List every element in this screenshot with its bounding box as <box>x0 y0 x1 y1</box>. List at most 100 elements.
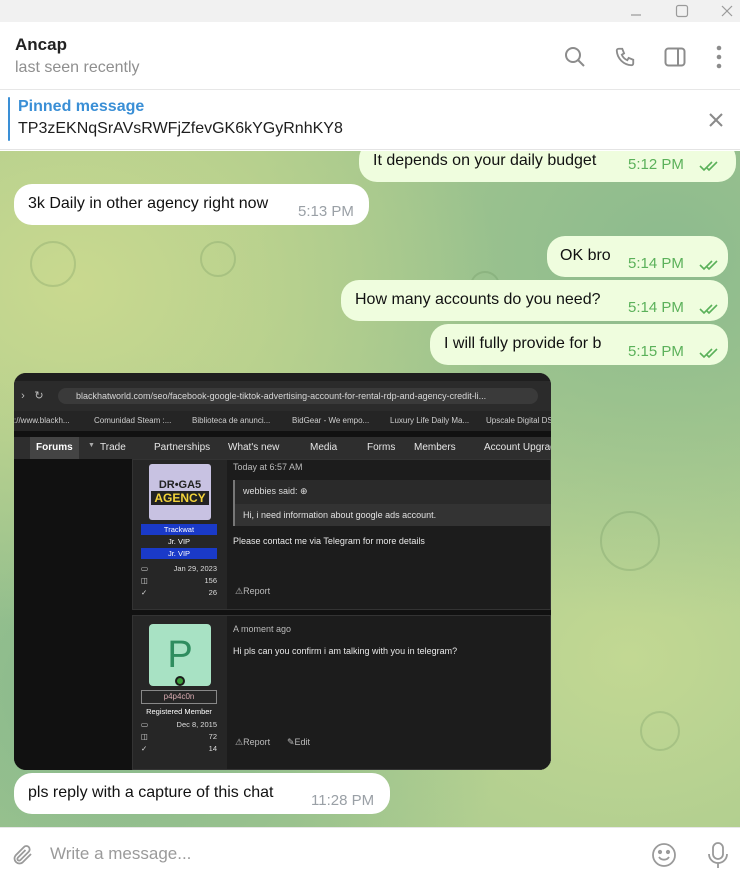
post-time: A moment ago <box>233 624 292 634</box>
forum-nav-item: Account Upgrad <box>484 442 551 453</box>
bookmark-item: Luxury Life Daily Ma... <box>390 416 470 425</box>
pinned-text: TP3zEKNqSrAVsRWFjZfevGK6kYGyRnhKY8 <box>18 120 343 137</box>
message-incoming[interactable]: pls reply with a capture of this chat 11… <box>14 773 390 814</box>
doodle-pattern <box>640 711 680 751</box>
pinned-message-bar[interactable]: Pinned message TP3zEKNqSrAVsRWFjZfevGK6k… <box>0 90 740 150</box>
browser-tab-strip <box>14 373 551 381</box>
quote-body: Hi, i need information about google ads … <box>235 504 551 526</box>
search-icon[interactable] <box>560 42 590 72</box>
bookmark-item: Comunidad Steam :... <box>94 416 172 425</box>
doodle-pattern <box>30 241 76 287</box>
forward-arrow-icon: › <box>21 390 25 402</box>
messages-icon: ◫ <box>141 576 149 585</box>
forum-post: P p4p4c0n Registered Member ▭ Dec 8, 2015… <box>132 615 551 770</box>
post-quote: webbies said: ⊕ Hi, i need information a… <box>233 480 551 526</box>
message-text: How many accounts do you need? <box>355 291 601 308</box>
message-text: pls reply with a capture of this chat <box>28 784 274 801</box>
minimize-icon[interactable] <box>616 0 656 22</box>
bookmark-item: Biblioteca de anunci... <box>192 416 271 425</box>
message-incoming[interactable]: 3k Daily in other agency right now 5:13 … <box>14 184 369 225</box>
window-titlebar <box>0 0 740 22</box>
user-rank: Registered Member <box>146 707 212 716</box>
chat-header[interactable]: Ancap last seen recently <box>0 22 740 90</box>
contact-name[interactable]: Ancap <box>15 35 67 55</box>
message-text: 3k Daily in other agency right now <box>28 195 269 212</box>
chevron-down-icon: ▼ <box>88 442 95 449</box>
message-outgoing[interactable]: How many accounts do you need? 5:14 PM <box>341 280 728 321</box>
message-time: 11:28 PM <box>311 792 375 809</box>
forum-nav-item: What's new <box>228 442 280 453</box>
message-composer <box>0 827 740 880</box>
doodle-pattern <box>200 241 236 277</box>
emoji-icon[interactable] <box>649 840 679 870</box>
message-input[interactable] <box>50 838 630 870</box>
read-double-check-icon <box>699 159 721 177</box>
report-link: ⚠Report <box>235 586 271 596</box>
post-content: A moment ago Hi pls can you confirm i am… <box>233 616 551 769</box>
post-content: Today at 6:57 AM webbies said: ⊕ Hi, i n… <box>233 460 551 609</box>
message-time: 5:14 PM <box>628 299 684 316</box>
message-text: It depends on your daily budget <box>373 152 597 169</box>
close-icon[interactable] <box>707 0 740 22</box>
read-double-check-icon <box>699 302 721 320</box>
forum-nav-item: Trade <box>100 442 126 453</box>
message-time: 5:12 PM <box>628 156 684 173</box>
microphone-icon[interactable] <box>703 840 733 870</box>
bookmark-item: ://www.blackh... <box>14 416 70 425</box>
thumbs-up-icon: ✓ <box>141 744 148 753</box>
paperclip-icon[interactable] <box>8 840 38 870</box>
forum-thread: DR•GA5 AGENCY Trackwat Jr. VIP Jr. VIP ▭… <box>14 459 551 770</box>
browser-toolbar: › ↻ blackhatworld.com/seo/facebook-googl… <box>14 381 551 411</box>
username: p4p4c0n <box>141 690 217 704</box>
more-vertical-icon[interactable] <box>704 42 734 72</box>
avatar: DR•GA5 AGENCY <box>149 464 211 520</box>
forum-nav-item: Media <box>310 442 338 453</box>
message-outgoing[interactable]: I will fully provide for b 5:15 PM <box>430 324 728 365</box>
forum-nav-item: Members <box>414 442 456 453</box>
forum-nav-item: Forums <box>30 437 79 459</box>
user-rank: Jr. VIP <box>167 537 191 546</box>
message-outgoing[interactable]: OK bro 5:14 PM <box>547 236 728 277</box>
online-status-icon <box>175 676 185 686</box>
avatar-text: DR•GA5 <box>158 479 202 491</box>
user-rank-badge: Jr. VIP <box>141 548 217 559</box>
phone-icon[interactable] <box>610 42 640 72</box>
message-text: OK bro <box>560 247 611 264</box>
message-time: 5:14 PM <box>628 255 684 272</box>
read-double-check-icon <box>699 346 721 364</box>
contact-status: last seen recently <box>15 59 140 76</box>
bookmark-item: BidGear - We empo... <box>292 416 370 425</box>
report-link: ⚠Report <box>235 737 271 747</box>
bookmarks-bar: ://www.blackh... Comunidad Steam :... Bi… <box>14 411 551 431</box>
thumbs-up-icon: ✓ <box>141 588 148 597</box>
forum-post: DR•GA5 AGENCY Trackwat Jr. VIP Jr. VIP ▭… <box>132 459 551 610</box>
username: Trackwat <box>141 524 217 535</box>
forum-nav: Forums ▼ Trade Partnerships What's new M… <box>14 437 551 459</box>
maximize-icon[interactable] <box>662 0 702 22</box>
sidebar-toggle-icon[interactable] <box>660 42 690 72</box>
message-time: 5:15 PM <box>628 343 684 360</box>
message-time: 5:13 PM <box>298 203 354 220</box>
image-message[interactable]: › ↻ blackhatworld.com/seo/facebook-googl… <box>14 373 551 770</box>
messages-icon: ◫ <box>141 732 149 741</box>
forum-nav-item: Forms <box>367 442 396 453</box>
quote-author: webbies said: ⊕ <box>243 486 308 496</box>
chat-history[interactable]: It depends on your daily budget 5:12 PM … <box>0 151 740 827</box>
pinned-accent-line <box>8 97 10 141</box>
address-bar: blackhatworld.com/seo/facebook-google-ti… <box>58 388 538 404</box>
bookmark-item: Upscale Digital DSP <box>486 416 551 425</box>
post-body: Hi pls can you confirm i am talking with… <box>233 646 458 656</box>
doodle-pattern <box>600 511 660 571</box>
close-pinned-icon[interactable] <box>704 108 728 132</box>
forum-nav-item: Partnerships <box>154 442 211 453</box>
reload-icon: ↻ <box>34 390 44 402</box>
read-double-check-icon <box>699 258 721 276</box>
message-outgoing[interactable]: It depends on your daily budget 5:12 PM <box>359 151 736 182</box>
avatar-text: AGENCY <box>151 491 209 505</box>
message-text: I will fully provide for b <box>444 335 602 352</box>
post-time: Today at 6:57 AM <box>233 462 303 472</box>
post-user-info: P p4p4c0n Registered Member ▭ Dec 8, 2015… <box>133 616 227 769</box>
pinned-title: Pinned message <box>18 98 145 115</box>
post-user-info: DR•GA5 AGENCY Trackwat Jr. VIP Jr. VIP ▭… <box>133 460 227 609</box>
edit-link: ✎Edit <box>287 737 311 747</box>
